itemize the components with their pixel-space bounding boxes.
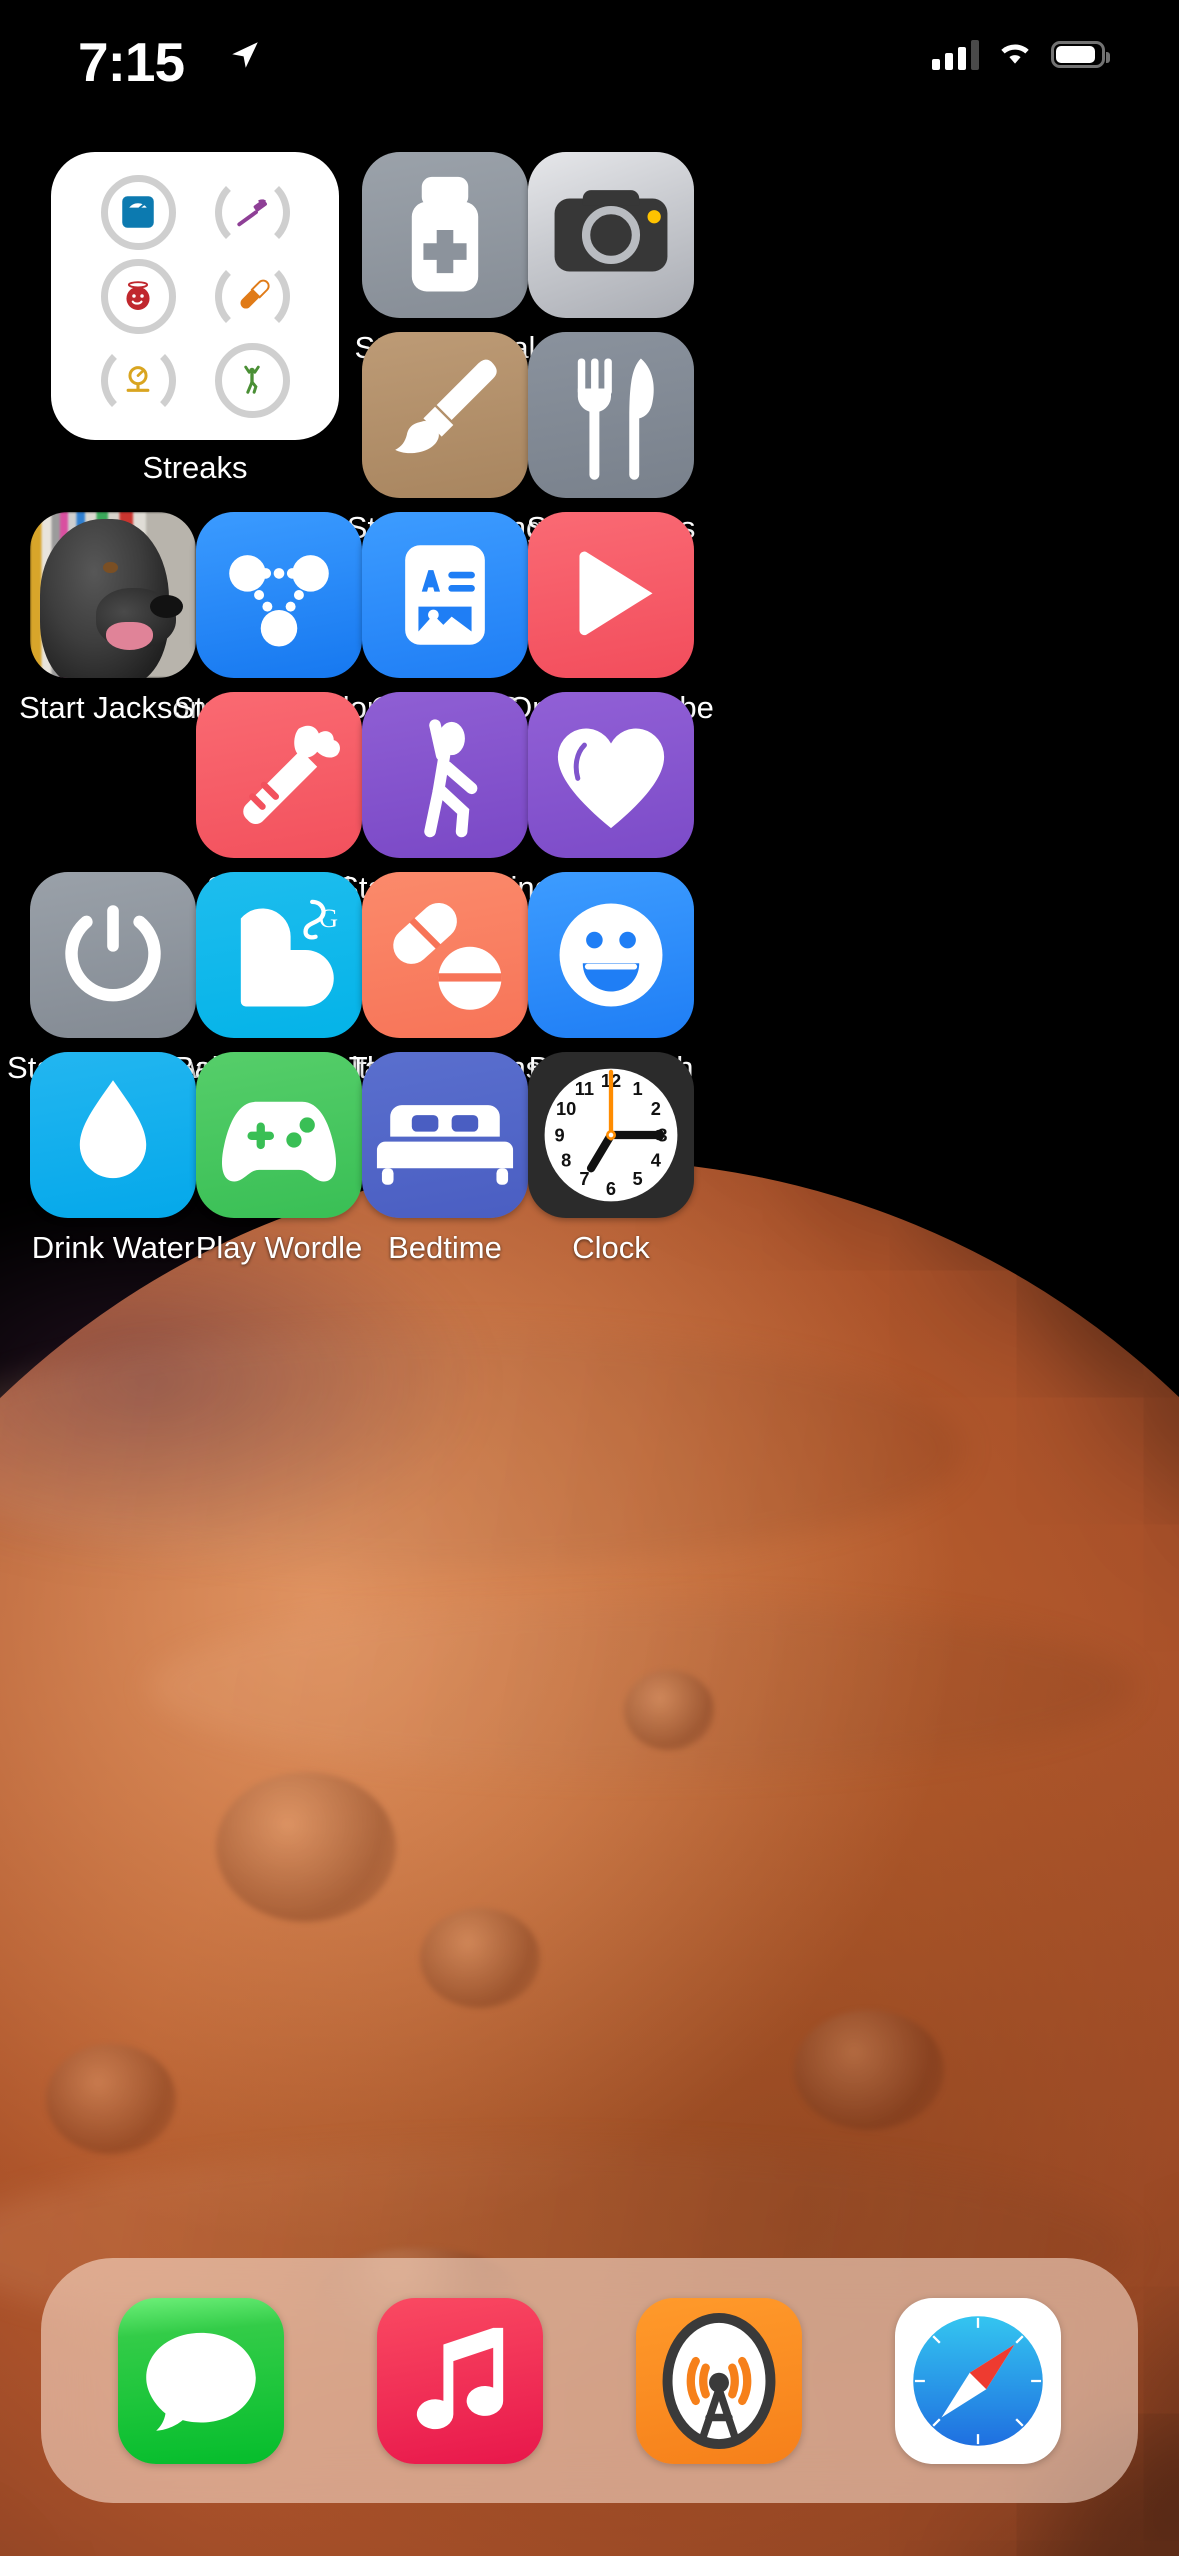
svg-text:2: 2 bbox=[651, 1098, 661, 1119]
power-icon bbox=[30, 872, 196, 1038]
dog-photo-icon bbox=[30, 512, 196, 678]
game-controller-icon bbox=[196, 1052, 362, 1218]
rss-article-icon bbox=[362, 512, 528, 678]
habit-ring-weight-gauge[interactable] bbox=[100, 342, 176, 418]
play-triangle-icon bbox=[528, 512, 694, 678]
habit-ring-pill-capsule[interactable] bbox=[214, 258, 290, 334]
dock-item-overcast[interactable] bbox=[636, 2297, 803, 2464]
svg-text:1: 1 bbox=[632, 1078, 642, 1099]
bed-icon bbox=[362, 1052, 528, 1218]
svg-text:G: G bbox=[319, 903, 338, 933]
music-note-icon bbox=[416, 2327, 504, 2429]
dock bbox=[41, 2258, 1138, 2503]
pill-bottle-icon bbox=[362, 152, 528, 318]
weight-gauge-icon bbox=[126, 366, 150, 392]
weight-scale-icon bbox=[122, 196, 154, 228]
svg-text:5: 5 bbox=[632, 1168, 642, 1189]
streaks-widget[interactable] bbox=[51, 152, 339, 440]
heart-icon bbox=[528, 692, 694, 858]
svg-text:4: 4 bbox=[651, 1150, 662, 1171]
svg-text:8: 8 bbox=[561, 1150, 571, 1171]
status-bar: 7:15 bbox=[0, 0, 1179, 140]
streaks-widget-label: Streaks bbox=[142, 450, 248, 485]
compass-icon bbox=[913, 2315, 1044, 2446]
habit-ring-toothbrush[interactable] bbox=[214, 174, 290, 250]
svg-text:6: 6 bbox=[606, 1178, 616, 1199]
svg-text:11: 11 bbox=[575, 1078, 594, 1099]
habit-ring-weight-scale[interactable] bbox=[100, 174, 176, 250]
analog-clock-icon: 12 1 2 3 4 5 6 7 8 9 10 11 bbox=[528, 1052, 694, 1218]
camera-icon bbox=[528, 152, 694, 318]
angel-face-icon bbox=[126, 281, 150, 310]
cellular-bars-icon bbox=[932, 39, 979, 70]
app-label: Clock bbox=[572, 1230, 650, 1265]
dock-item-safari[interactable] bbox=[895, 2297, 1062, 2464]
pill-capsule-icon bbox=[240, 279, 270, 309]
toothbrush-icon bbox=[237, 199, 267, 227]
stretching-figure-icon bbox=[362, 692, 528, 858]
mastodon-network-icon bbox=[196, 512, 362, 678]
radio-tower-icon bbox=[662, 2312, 776, 2449]
location-arrow-icon bbox=[228, 38, 262, 77]
message-bubble-icon bbox=[145, 2332, 256, 2431]
status-bar-time: 7:15 bbox=[78, 31, 185, 93]
habit-ring-angel-face[interactable] bbox=[100, 258, 176, 334]
app-clock[interactable]: 12 1 2 3 4 5 6 7 8 9 10 11 bbox=[516, 1052, 706, 1265]
water-droplet-icon bbox=[30, 1052, 196, 1218]
pills-icon bbox=[362, 872, 528, 1038]
fork-knife-icon bbox=[528, 332, 694, 498]
dock-item-messages[interactable] bbox=[117, 2297, 284, 2464]
paintbrush-icon bbox=[362, 332, 528, 498]
stretching-person-icon bbox=[244, 365, 260, 394]
gyroscope-heart-icon: G bbox=[196, 872, 362, 1038]
habit-ring-stretching[interactable] bbox=[214, 342, 290, 418]
smiley-face-icon bbox=[528, 872, 694, 1038]
wifi-icon bbox=[996, 38, 1034, 71]
home-screen: Streaks Start Medical Camera bbox=[0, 0, 1179, 2556]
svg-text:9: 9 bbox=[554, 1125, 564, 1146]
battery-icon bbox=[1051, 41, 1110, 68]
carrot-icon bbox=[196, 692, 362, 858]
dock-item-music[interactable] bbox=[376, 2297, 543, 2464]
svg-text:10: 10 bbox=[556, 1098, 576, 1119]
